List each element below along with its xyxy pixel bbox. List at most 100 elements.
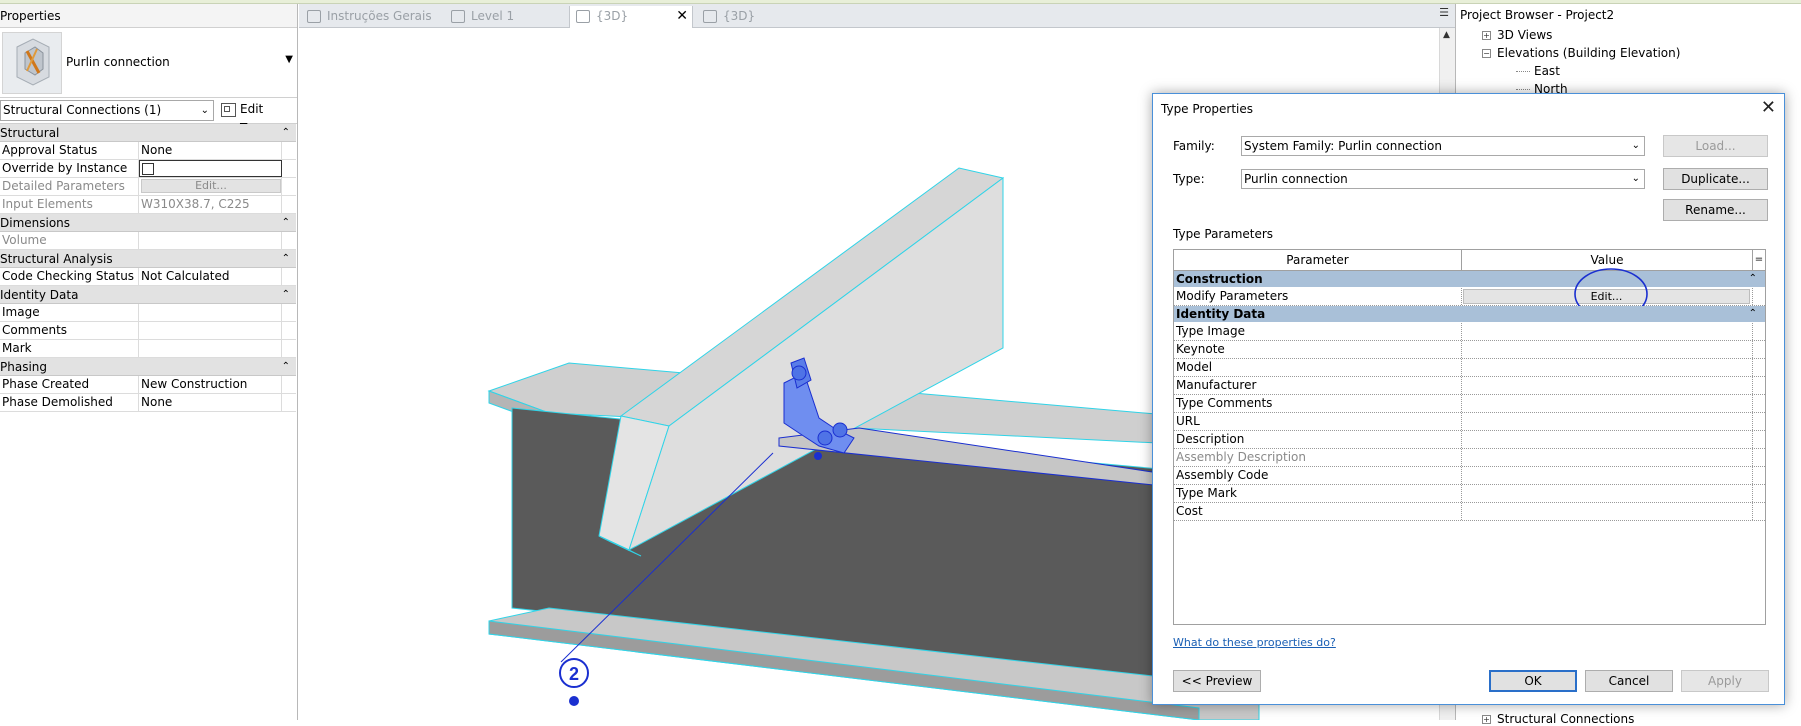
parameter-row[interactable]: Model xyxy=(1174,359,1765,377)
parameter-row[interactable]: URL xyxy=(1174,413,1765,431)
group-identity-data[interactable]: Identity Data ⌃ xyxy=(1174,306,1765,323)
preview-button[interactable]: << Preview xyxy=(1173,670,1261,692)
parameter-value[interactable] xyxy=(1462,467,1753,484)
parameter-row[interactable]: Type Image xyxy=(1174,323,1765,341)
expand-icon[interactable]: + xyxy=(1482,31,1491,40)
tree-node-structural-connections[interactable]: + Structural Connections xyxy=(1482,712,1634,726)
parameter-name: Model xyxy=(1174,359,1462,376)
tab-list-menu-icon[interactable]: ☰ xyxy=(1439,6,1449,19)
tree-node-3d-views[interactable]: +3D Views xyxy=(1482,28,1552,42)
parameter-name: Assembly Description xyxy=(1174,449,1462,466)
group-label: Construction xyxy=(1176,272,1263,286)
parameter-value[interactable] xyxy=(1462,323,1753,340)
tab-3d[interactable]: {3D} xyxy=(697,6,817,28)
edit-type-button[interactable]: Edit Type xyxy=(218,100,294,135)
property-row[interactable]: Detailed Parameters Edit... xyxy=(0,178,296,196)
duplicate-button[interactable]: Duplicate... xyxy=(1663,168,1768,190)
property-value[interactable] xyxy=(139,340,282,357)
property-row[interactable]: Approval Status None xyxy=(0,142,296,160)
property-value[interactable]: New Construction xyxy=(139,376,282,393)
family-value: System Family: Purlin connection xyxy=(1244,139,1442,153)
cancel-button[interactable]: Cancel xyxy=(1585,670,1673,692)
property-row[interactable]: Volume xyxy=(0,232,296,250)
parameter-value[interactable] xyxy=(1462,359,1753,376)
property-row[interactable]: Phase Created New Construction xyxy=(0,376,296,394)
type-name: Purlin connection xyxy=(66,55,170,69)
apply-button[interactable]: Apply xyxy=(1681,670,1769,692)
parameter-row[interactable]: Description xyxy=(1174,431,1765,449)
group-identity-data[interactable]: Identity Data ⌃ xyxy=(0,286,296,304)
type-value: Purlin connection xyxy=(1244,172,1348,186)
parameter-value[interactable] xyxy=(1462,413,1753,430)
property-value[interactable]: None xyxy=(139,394,282,411)
grid-header: Parameter Value = xyxy=(1174,250,1765,271)
type-select[interactable]: Purlin connection ⌄ xyxy=(1241,169,1645,189)
property-row[interactable]: Phase Demolished None xyxy=(0,394,296,412)
rename-button[interactable]: Rename... xyxy=(1663,199,1768,221)
property-key: Approval Status xyxy=(0,142,139,159)
property-value xyxy=(139,232,282,249)
property-row[interactable]: Mark xyxy=(0,340,296,358)
tab-label: {3D} xyxy=(723,9,756,23)
tree-node-label: East xyxy=(1534,64,1560,78)
scroll-up-icon[interactable]: ▲ xyxy=(1443,30,1450,40)
parameter-row[interactable]: Assembly Description xyxy=(1174,449,1765,467)
parameter-value[interactable] xyxy=(1462,377,1753,394)
override-checkbox[interactable] xyxy=(142,163,154,175)
type-dropdown-icon[interactable]: ▼ xyxy=(285,54,293,65)
parameter-value[interactable] xyxy=(1462,503,1753,520)
collapse-icon[interactable]: − xyxy=(1482,49,1491,58)
type-label: Type: xyxy=(1173,172,1205,186)
parameter-row[interactable]: Assembly Code xyxy=(1174,467,1765,485)
group-structural[interactable]: Structural ⌃ xyxy=(0,124,296,142)
tree-node-elevations[interactable]: − Elevations (Building Elevation) xyxy=(1482,46,1680,60)
family-select[interactable]: System Family: Purlin connection ⌄ xyxy=(1241,136,1645,156)
tab-instrucoes-gerais[interactable]: Instruções Gerais xyxy=(301,6,441,28)
property-key: Input Elements xyxy=(0,196,139,213)
group-construction[interactable]: Construction ⌃ xyxy=(1174,271,1765,288)
parameter-row[interactable]: Keynote xyxy=(1174,341,1765,359)
parameter-value[interactable] xyxy=(1462,485,1753,502)
property-row[interactable]: Comments xyxy=(0,322,296,340)
help-link[interactable]: What do these properties do? xyxy=(1173,636,1336,649)
property-row[interactable]: Override by Instance xyxy=(0,160,296,178)
override-checkbox-cell[interactable] xyxy=(139,160,282,177)
group-dimensions[interactable]: Dimensions ⌃ xyxy=(0,214,296,232)
tree-node-label: Elevations (Building Elevation) xyxy=(1497,46,1681,60)
tab-label: Level 1 xyxy=(471,9,515,23)
tree-node-east[interactable]: East xyxy=(1516,64,1560,78)
parameter-row[interactable]: Type Comments xyxy=(1174,395,1765,413)
element-filter-select[interactable]: Structural Connections (1) ⌄ xyxy=(0,100,214,121)
collapse-icon: ⌃ xyxy=(281,289,290,300)
property-row[interactable]: Input Elements W310X38.7, C225 xyxy=(0,196,296,214)
parameter-row[interactable]: Cost xyxy=(1174,503,1765,521)
chevron-down-icon: ⌄ xyxy=(1631,140,1640,151)
group-phasing[interactable]: Phasing ⌃ xyxy=(0,358,296,376)
parameter-value[interactable] xyxy=(1462,431,1753,448)
close-icon[interactable]: ✕ xyxy=(1761,94,1776,122)
property-value[interactable] xyxy=(139,304,282,321)
property-row[interactable]: Image xyxy=(0,304,296,322)
ok-button[interactable]: OK xyxy=(1489,670,1577,692)
detailed-parameters-edit-button[interactable]: Edit... xyxy=(141,179,281,193)
parameter-value[interactable] xyxy=(1462,395,1753,412)
parameter-row[interactable]: Manufacturer xyxy=(1174,377,1765,395)
property-value[interactable] xyxy=(139,322,282,339)
tab-3d-active[interactable]: {3D} ✕ xyxy=(569,6,693,28)
type-selector[interactable]: Purlin connection ▼ xyxy=(0,28,297,98)
property-key: Phase Created xyxy=(0,376,139,393)
property-value[interactable]: Not Calculated xyxy=(139,268,282,285)
property-row[interactable]: Code Checking Status Not Calculated xyxy=(0,268,296,286)
property-value[interactable]: None xyxy=(139,142,282,159)
load-button[interactable]: Load... xyxy=(1663,135,1768,157)
parameter-value[interactable] xyxy=(1462,341,1753,358)
property-value: W310X38.7, C225 xyxy=(139,196,282,213)
group-structural-analysis[interactable]: Structural Analysis ⌃ xyxy=(0,250,296,268)
tab-level-1[interactable]: Level 1 xyxy=(445,6,565,28)
close-icon[interactable]: ✕ xyxy=(676,6,688,27)
parameter-row[interactable]: Type Mark xyxy=(1174,485,1765,503)
group-label: Identity Data xyxy=(1176,307,1266,321)
column-header-parameter[interactable]: Parameter xyxy=(1174,250,1462,270)
filter-row: Structural Connections (1) ⌄ Edit Type xyxy=(0,98,297,135)
parameter-row[interactable]: Modify Parameters Edit... xyxy=(1174,268,1765,320)
